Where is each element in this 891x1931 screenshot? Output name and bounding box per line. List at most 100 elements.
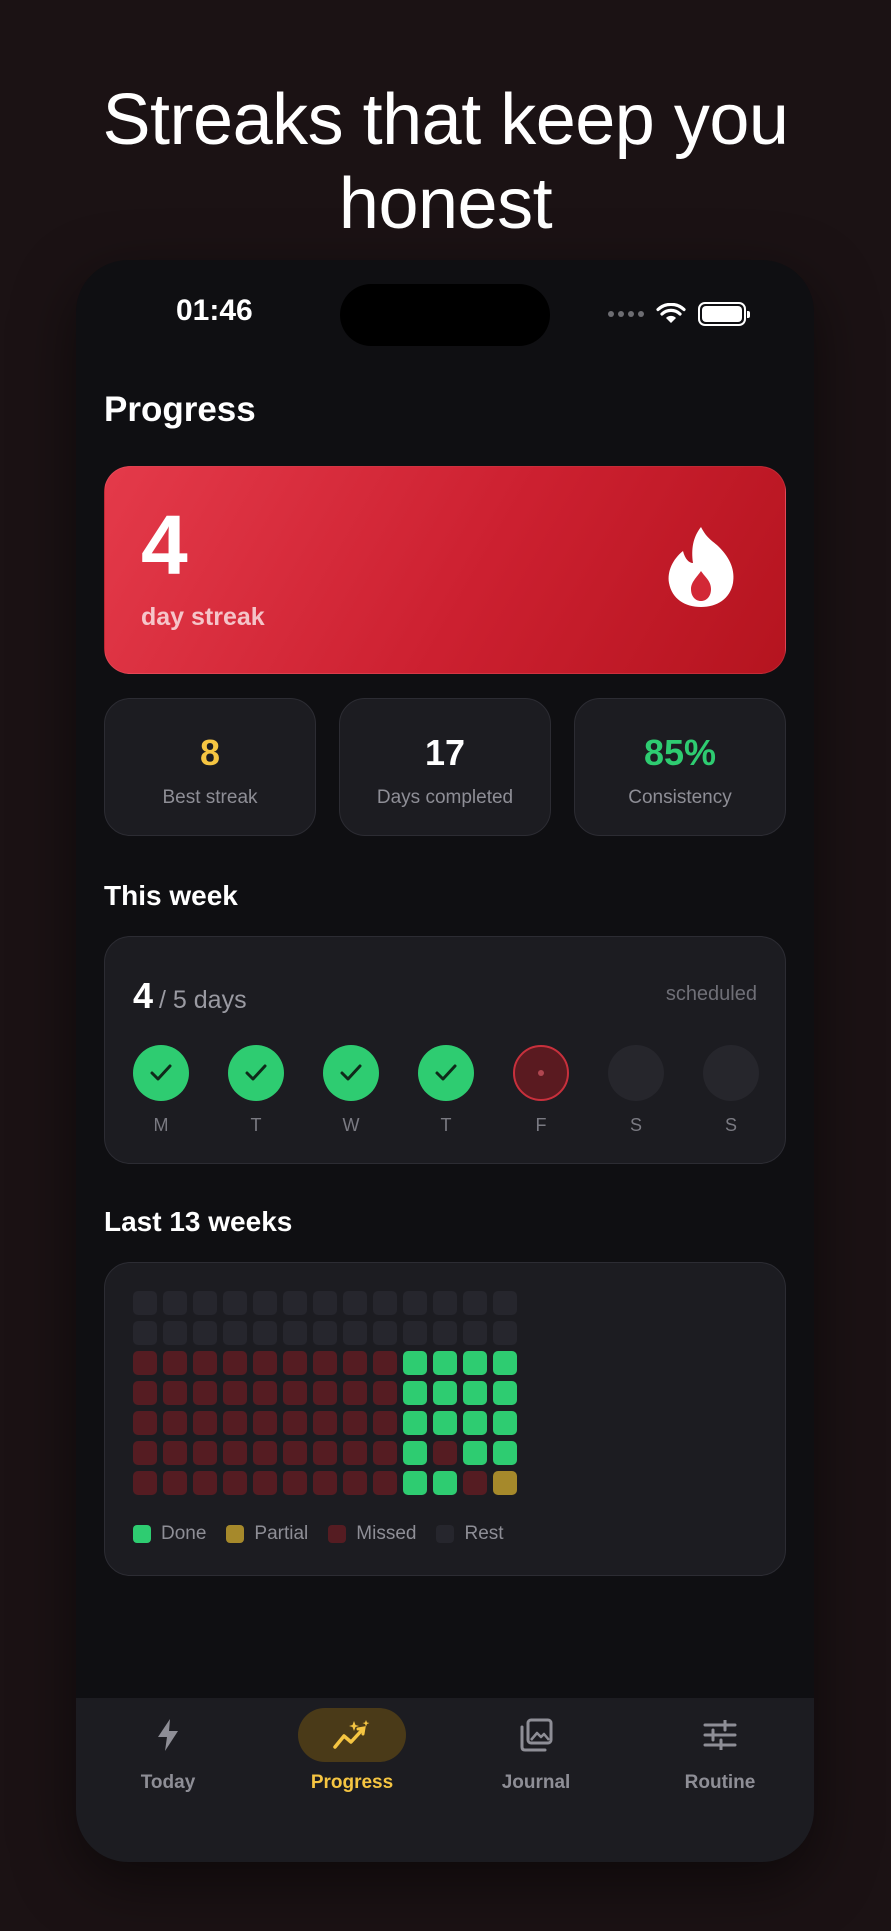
heatmap-cell-rest	[463, 1321, 487, 1345]
photo-stack-icon	[520, 1718, 553, 1752]
heatmap-cell-rest	[433, 1321, 457, 1345]
heatmap-cell-missed	[463, 1471, 487, 1495]
heatmap-cell-missed	[283, 1441, 307, 1465]
check-icon	[340, 1064, 362, 1081]
day-missed-indicator	[513, 1045, 569, 1101]
heatmap-cell-missed	[223, 1381, 247, 1405]
heatmap-cell-missed	[133, 1471, 157, 1495]
heatmap-cell-missed	[223, 1351, 247, 1375]
tab-journal[interactable]: Journal	[444, 1698, 628, 1808]
heatmap-cell-missed	[253, 1471, 277, 1495]
heatmap-cell-missed	[193, 1351, 217, 1375]
status-icons	[608, 302, 750, 326]
heatmap-cell-missed	[193, 1411, 217, 1435]
heatmap-cell-rest	[223, 1291, 247, 1315]
heatmap-cell-done	[433, 1411, 457, 1435]
heatmap-cell-done	[493, 1411, 517, 1435]
heatmap-cell-done	[463, 1351, 487, 1375]
heatmap-cell-done	[433, 1381, 457, 1405]
heatmap-cell-missed	[343, 1441, 367, 1465]
battery-icon	[698, 302, 750, 326]
day-done-indicator	[418, 1045, 474, 1101]
heatmap-cell-missed	[313, 1471, 337, 1495]
heatmap-cell-missed	[373, 1441, 397, 1465]
flame-icon	[668, 527, 734, 607]
week-day-5[interactable]: S	[608, 1045, 664, 1136]
heatmap-cell-done	[463, 1411, 487, 1435]
heatmap-cell-missed	[163, 1471, 187, 1495]
heatmap-cell-done	[493, 1441, 517, 1465]
dynamic-island	[340, 284, 550, 346]
sliders-icon	[703, 1720, 737, 1750]
stat-label: Days completed	[376, 787, 514, 808]
tab-progress[interactable]: Progress	[260, 1698, 444, 1808]
history-heatmap-card: Done Partial Missed Rest	[104, 1262, 786, 1576]
week-day-4[interactable]: F	[513, 1045, 569, 1136]
heatmap-cell-missed	[133, 1411, 157, 1435]
tab-routine[interactable]: Routine	[628, 1698, 812, 1808]
heatmap-legend: Done Partial Missed Rest	[133, 1523, 504, 1545]
heatmap-cell-done	[433, 1471, 457, 1495]
status-time: 01:46	[176, 294, 253, 327]
day-rest-indicator	[703, 1045, 759, 1101]
heatmap-cell-missed	[433, 1441, 457, 1465]
heatmap-cell-rest	[493, 1291, 517, 1315]
heatmap-cell-missed	[193, 1471, 217, 1495]
tab-label: Journal	[501, 1772, 571, 1793]
heatmap-cell-rest	[193, 1291, 217, 1315]
legend-swatch	[226, 1525, 245, 1543]
heatmap-cell-missed	[223, 1441, 247, 1465]
current-streak-card: 4 day streak	[104, 466, 786, 674]
heatmap-cell-rest	[433, 1291, 457, 1315]
heatmap-cell-rest	[193, 1321, 217, 1345]
heatmap-cell-partial	[493, 1471, 517, 1495]
heatmap-cell-missed	[283, 1381, 307, 1405]
dot-icon	[538, 1070, 544, 1076]
heatmap-cell-done	[403, 1411, 427, 1435]
legend-label: Partial	[254, 1523, 309, 1544]
heatmap-cell-rest	[133, 1291, 157, 1315]
week-day-0[interactable]: M	[133, 1045, 189, 1136]
heatmap-cell-rest	[313, 1321, 337, 1345]
heatmap-cell-missed	[223, 1471, 247, 1495]
week-day-3[interactable]: T	[418, 1045, 474, 1136]
week-day-1[interactable]: T	[228, 1045, 284, 1136]
stat-value: 17	[424, 732, 466, 773]
legend-swatch	[133, 1525, 151, 1543]
legend-label: Done	[161, 1523, 207, 1544]
wifi-icon	[656, 303, 686, 323]
tab-today[interactable]: Today	[76, 1698, 260, 1808]
heatmap-cell-done	[463, 1381, 487, 1405]
heatmap-cell-missed	[163, 1351, 187, 1375]
heatmap-cell-missed	[313, 1411, 337, 1435]
heatmap-cell-rest	[283, 1321, 307, 1345]
day-letter: S	[724, 1115, 737, 1135]
tab-label: Progress	[310, 1772, 394, 1793]
week-day-6[interactable]: S	[703, 1045, 759, 1136]
chart-sparkle-icon	[333, 1720, 370, 1749]
phone-screen: 01:46 Progress 4 day streak 8 Best strea…	[76, 260, 814, 1862]
heatmap-cell-missed	[373, 1351, 397, 1375]
stat-value: 8	[199, 732, 221, 773]
heatmap-cell-missed	[133, 1441, 157, 1465]
heatmap-cell-missed	[223, 1411, 247, 1435]
legend-item-missed: Missed	[328, 1523, 416, 1545]
stat-label: Best streak	[162, 787, 258, 808]
heatmap-cell-rest	[343, 1321, 367, 1345]
days-completed-stat: 17 Days completed	[339, 698, 551, 836]
check-icon	[435, 1064, 457, 1081]
legend-item-done: Done	[133, 1523, 206, 1545]
heatmap-cell-done	[403, 1381, 427, 1405]
heatmap-cell-done	[403, 1351, 427, 1375]
day-letter: T	[440, 1115, 452, 1135]
heatmap-cell-rest	[313, 1291, 337, 1315]
heatmap-cell-rest	[253, 1321, 277, 1345]
day-done-indicator	[133, 1045, 189, 1101]
check-icon	[150, 1064, 172, 1081]
week-scheduled-label: scheduled	[665, 983, 757, 1005]
tab-bar: Today Progress Journal Routine	[76, 1698, 814, 1862]
week-day-2[interactable]: W	[323, 1045, 379, 1136]
legend-swatch	[328, 1525, 347, 1543]
streak-value: 4	[141, 498, 188, 592]
heatmap-cell-missed	[343, 1471, 367, 1495]
